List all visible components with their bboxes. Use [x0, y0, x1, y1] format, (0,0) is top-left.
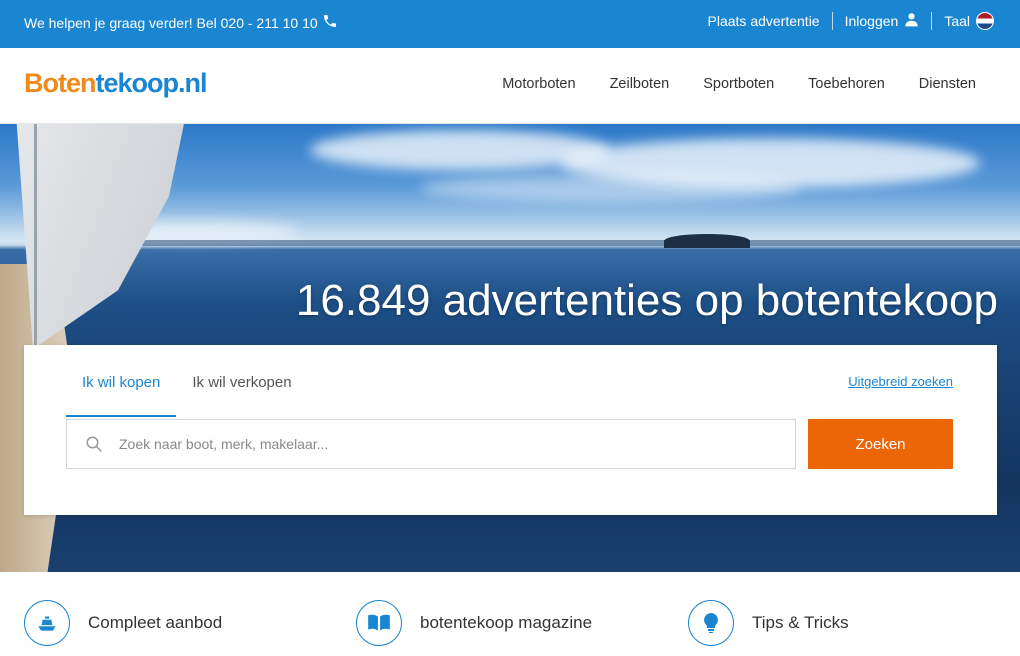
- feature-compleet-aanbod[interactable]: Compleet aanbod: [24, 600, 222, 646]
- boat-mast: [34, 124, 37, 364]
- tab-sell[interactable]: Ik wil verkopen: [176, 345, 307, 417]
- logo-part-2: tekoop.nl: [95, 68, 208, 98]
- help-text: We helpen je graag verder! Bel 020 - 211…: [24, 14, 318, 31]
- search-icon: [86, 436, 103, 453]
- cloud: [420, 174, 800, 202]
- nav-item-motorboten[interactable]: Motorboten: [502, 76, 575, 92]
- feature-tips[interactable]: Tips & Tricks: [688, 600, 849, 646]
- place-ad-link[interactable]: Plaats advertentie: [708, 13, 820, 29]
- feature-label: Tips & Tricks: [752, 613, 849, 632]
- dutch-flag-icon: [976, 12, 994, 30]
- feature-label: Compleet aanbod: [88, 613, 223, 632]
- feature-magazine[interactable]: botentekoop magazine: [356, 600, 592, 646]
- island: [664, 234, 750, 248]
- login-label: Inloggen: [844, 13, 899, 29]
- search-input[interactable]: [119, 421, 795, 467]
- main-header: Botentekoop.nl Motorboten Zeilboten Spor…: [0, 48, 1020, 124]
- search-field[interactable]: [66, 419, 796, 469]
- phone-icon[interactable]: [322, 13, 338, 32]
- search-button[interactable]: Zoeken: [808, 419, 953, 469]
- divider: [831, 12, 833, 30]
- top-bar: We helpen je graag verder! Bel 020 - 211…: [0, 0, 1020, 48]
- horizon-shore: [60, 240, 1020, 246]
- advanced-search-link[interactable]: Uitgebreid zoeken: [848, 374, 953, 389]
- search-panel: Ik wil kopen Ik wil verkopen Uitgebreid …: [24, 345, 997, 515]
- hero-headline: 16.849 advertenties op botentekoop: [295, 276, 998, 325]
- help-contact: We helpen je graag verder! Bel 020 - 211…: [24, 13, 338, 32]
- user-icon: [904, 12, 919, 30]
- book-icon: [356, 600, 402, 646]
- search-tabs: Ik wil kopen Ik wil verkopen: [66, 345, 308, 417]
- divider: [931, 12, 933, 30]
- lightbulb-icon: [688, 600, 734, 646]
- feature-label: botentekoop magazine: [420, 613, 593, 632]
- tab-buy[interactable]: Ik wil kopen: [66, 345, 177, 417]
- nav-item-diensten[interactable]: Diensten: [919, 76, 976, 92]
- language-label: Taal: [944, 13, 970, 29]
- main-nav: Motorboten Zeilboten Sportboten Toebehor…: [502, 76, 976, 92]
- nav-item-zeilboten[interactable]: Zeilboten: [610, 76, 670, 92]
- logo-part-1: Boten: [24, 68, 96, 98]
- features-row: Compleet aanbod botentekoop magazine Tip…: [0, 572, 1020, 656]
- nav-item-toebehoren[interactable]: Toebehoren: [808, 76, 885, 92]
- boat-icon: [24, 600, 70, 646]
- nav-item-sportboten[interactable]: Sportboten: [703, 76, 774, 92]
- language-selector[interactable]: Taal: [944, 12, 994, 30]
- logo[interactable]: Botentekoop.nl: [24, 68, 208, 99]
- login-link[interactable]: Inloggen: [845, 12, 920, 30]
